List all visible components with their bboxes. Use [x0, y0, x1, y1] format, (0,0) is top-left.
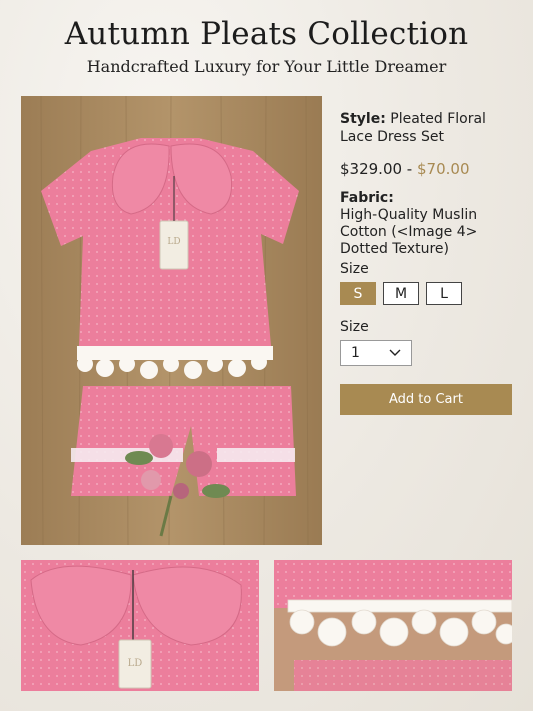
price-original: $329.00 -: [340, 160, 413, 178]
lace-photo: [274, 560, 512, 691]
size-option-m[interactable]: M: [383, 282, 419, 305]
price-sale: $70.00: [417, 160, 470, 178]
chevron-down-icon: [389, 349, 401, 356]
size-option-s[interactable]: S: [340, 282, 376, 305]
style-label: Style:: [340, 111, 386, 127]
size-option-l[interactable]: L: [426, 282, 462, 305]
add-to-cart-button[interactable]: Add to Cart: [340, 384, 512, 415]
main-product-image[interactable]: LD: [21, 96, 322, 545]
price: $329.00 - $70.00: [340, 160, 470, 178]
thumbnail-lace[interactable]: [274, 560, 512, 691]
page-subtitle: Handcrafted Luxury for Your Little Dream…: [86, 57, 447, 76]
tag-monogram-thumb: LD: [128, 658, 143, 669]
quantity-label: Size: [340, 319, 369, 335]
size-label: Size: [340, 261, 369, 277]
page-title: Autumn Pleats Collection: [64, 16, 469, 52]
tag-monogram: LD: [167, 237, 180, 247]
quantity-select[interactable]: 1: [340, 340, 412, 366]
fabric-label: Fabric:: [340, 190, 394, 206]
fabric-value: High-Quality Muslin Cotton (<Image 4> Do…: [340, 207, 478, 257]
thumbnail-collar[interactable]: LD: [21, 560, 259, 691]
fabric-info: Fabric: High-Quality Muslin Cotton (<Ima…: [340, 190, 525, 258]
dress-photo: LD: [21, 96, 322, 545]
style-info: Style: Pleated Floral Lace Dress Set: [340, 110, 520, 146]
collar-photo: LD: [21, 560, 259, 691]
size-selector: S M L: [340, 282, 462, 305]
quantity-value: 1: [351, 345, 360, 361]
